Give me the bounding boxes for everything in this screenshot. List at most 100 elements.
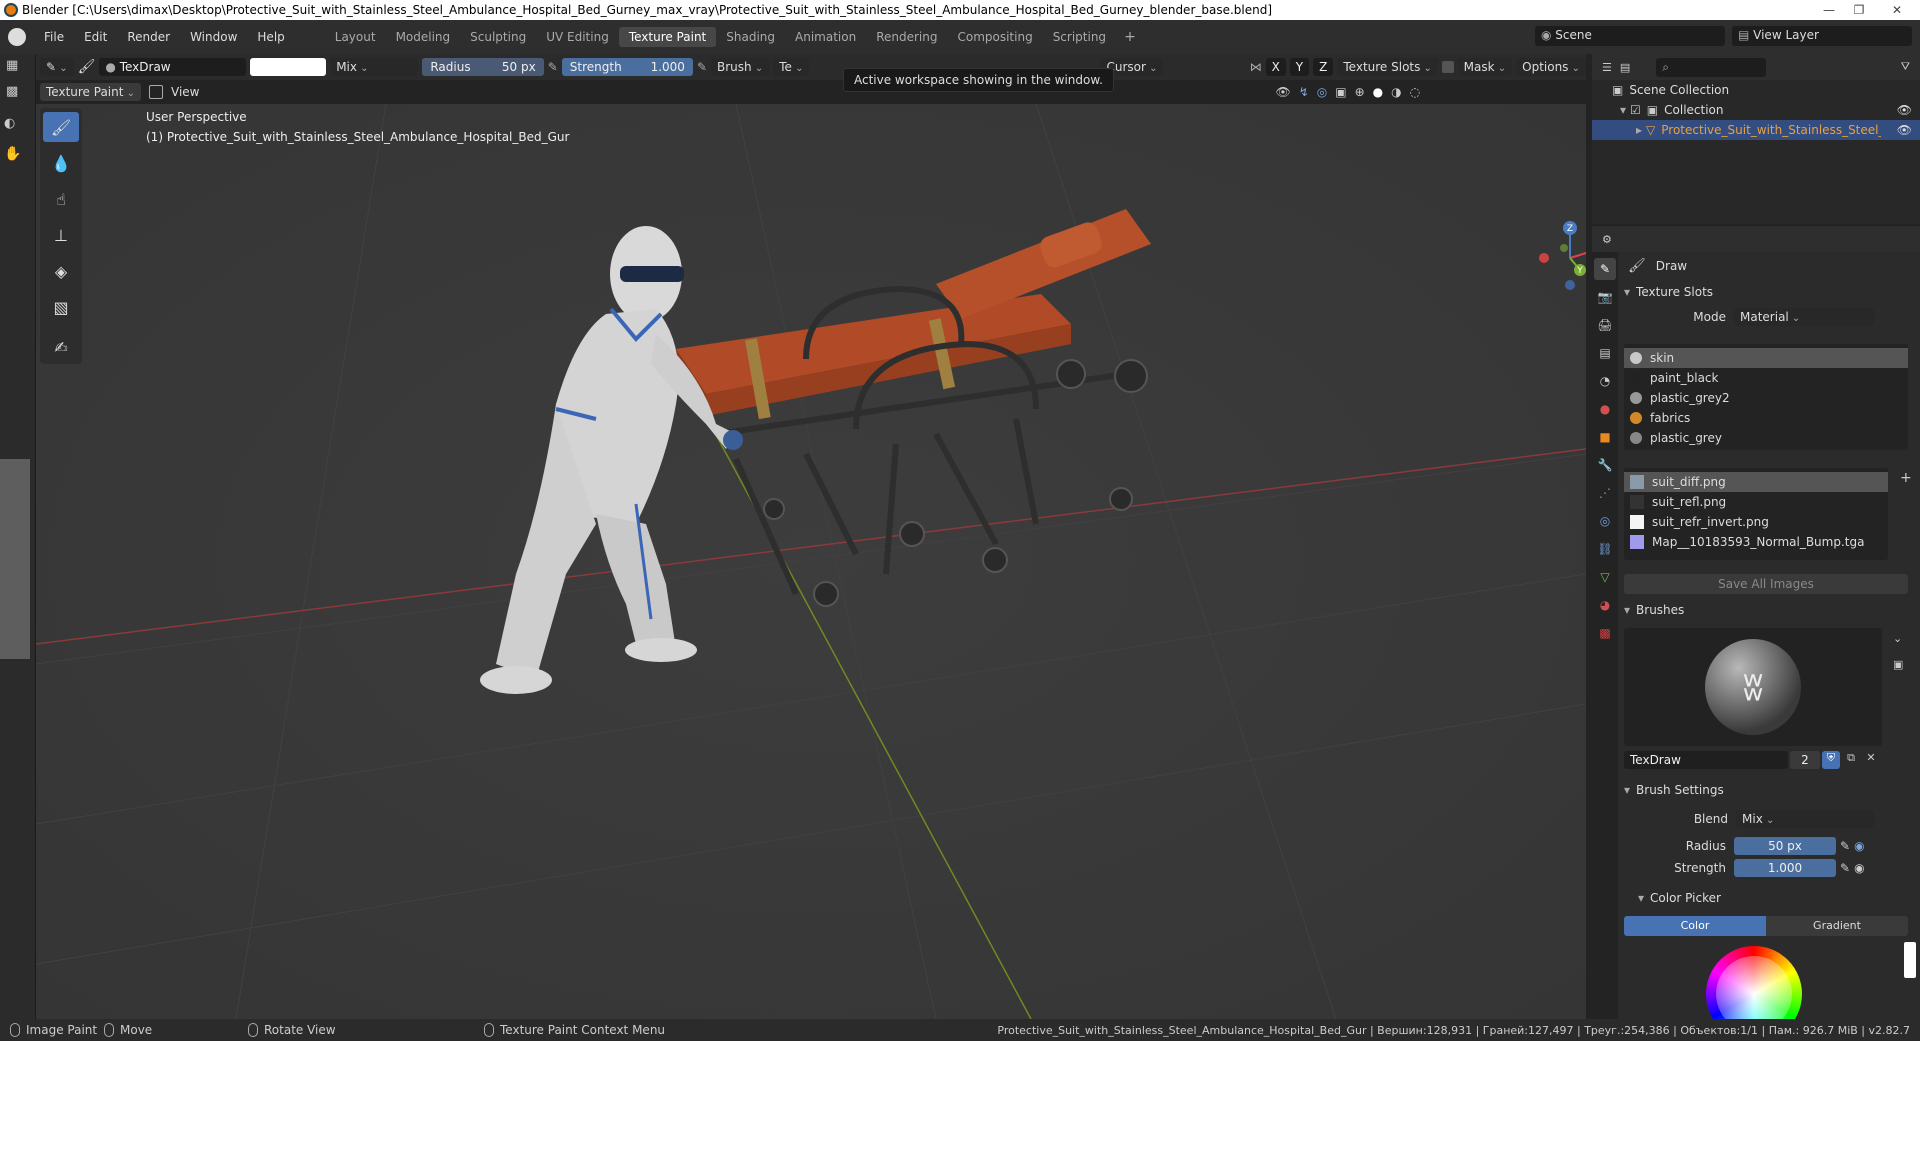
brush-settings-section[interactable]: Brush Settings xyxy=(1618,778,1918,802)
brush-name-input[interactable]: TexDraw xyxy=(1624,751,1788,769)
expand-icon[interactable]: ▾ xyxy=(1620,103,1626,117)
add-image-icon[interactable]: + xyxy=(1900,470,1912,486)
brush-dropdown[interactable]: Brush xyxy=(711,58,770,76)
menu-window[interactable]: Window xyxy=(180,30,247,44)
material-shading-icon[interactable]: ◑ xyxy=(1391,85,1401,99)
menu-edit[interactable]: Edit xyxy=(74,30,117,44)
draw-tool-icon[interactable]: 🖌 xyxy=(43,112,79,142)
radius-pressure-toggle-icon[interactable]: ✎ xyxy=(1840,839,1850,853)
tab-texture-paint[interactable]: Texture Paint xyxy=(618,27,717,47)
minimize-button[interactable]: — xyxy=(1814,0,1844,20)
axis-y-toggle[interactable]: Y xyxy=(1289,58,1310,76)
strength-field[interactable]: 1.000 xyxy=(1734,859,1836,877)
list-item[interactable]: suit_refl.png xyxy=(1624,492,1888,512)
solid-shading-icon[interactable]: ● xyxy=(1373,85,1383,99)
view-icon[interactable]: ◐ xyxy=(4,116,15,131)
list-item[interactable]: paint_black xyxy=(1624,368,1908,388)
filter-icon[interactable]: ⛛ xyxy=(1901,60,1910,74)
radius-field[interactable]: 50 px xyxy=(1734,837,1836,855)
brush-dropdown-icon[interactable]: ⌄ xyxy=(1893,632,1902,645)
color-wheel[interactable] xyxy=(1706,946,1802,1019)
blender-menu-icon[interactable] xyxy=(8,28,26,46)
maximize-button[interactable]: ❐ xyxy=(1844,0,1874,20)
tab-uv-editing[interactable]: UV Editing xyxy=(536,27,619,47)
modifier-tab-icon[interactable]: 🔧 xyxy=(1594,454,1616,476)
visibility-icon[interactable]: 👁 xyxy=(1275,85,1290,99)
blend-mode-dropdown[interactable]: Mix xyxy=(330,58,419,76)
output-tab-icon[interactable]: 🖨 xyxy=(1594,314,1616,336)
view-menu[interactable]: View xyxy=(171,85,199,99)
texture-slots-dropdown[interactable]: Texture Slots xyxy=(1337,58,1438,76)
outliner-scene-collection[interactable]: ▣ Scene Collection xyxy=(1592,80,1920,100)
unlink-brush-icon[interactable]: ✕ xyxy=(1862,751,1880,769)
navigation-gizmo[interactable]: Z X Y xyxy=(1532,220,1586,300)
properties-editor-icon[interactable]: ⚙ xyxy=(1602,233,1612,246)
display-mode-icon[interactable]: ▤ xyxy=(1620,61,1630,74)
list-item[interactable]: suit_refr_invert.png xyxy=(1624,512,1888,532)
object-tab-icon[interactable]: ■ xyxy=(1594,426,1616,448)
outliner-collection[interactable]: ▾ ☑ ▣ Collection 👁 xyxy=(1592,100,1920,120)
tab-layout[interactable]: Layout xyxy=(325,27,386,47)
view-layer-tab-icon[interactable]: ▤ xyxy=(1594,342,1616,364)
particles-tab-icon[interactable]: ⋰ xyxy=(1594,482,1616,504)
object-visibility-icon[interactable]: 👁 xyxy=(1897,123,1912,137)
physics-tab-icon[interactable]: ◎ xyxy=(1594,510,1616,532)
blend-dropdown[interactable]: Mix xyxy=(1736,810,1874,828)
view-layer-selector[interactable]: ▤ View Layer xyxy=(1732,26,1912,46)
texture-slots-section[interactable]: Texture Slots xyxy=(1618,280,1920,304)
mask-dropdown[interactable]: Mask xyxy=(1457,58,1513,76)
radius-unit-icon[interactable]: ◉ xyxy=(1854,839,1864,853)
list-item[interactable]: skin xyxy=(1624,348,1908,368)
tab-scripting[interactable]: Scripting xyxy=(1043,27,1116,47)
checkbox-icon[interactable]: ☑ xyxy=(1630,103,1641,117)
xray-icon[interactable]: ▣ xyxy=(1335,85,1346,99)
paint-mask-icon[interactable] xyxy=(149,85,163,99)
material-tab-icon[interactable]: ◕ xyxy=(1594,594,1616,616)
render-tab-icon[interactable]: 📷 xyxy=(1594,286,1616,308)
annotate-tool-icon[interactable]: ✍ xyxy=(43,332,79,362)
outliner-editor-icon[interactable]: ☰ xyxy=(1602,61,1612,74)
rendered-shading-icon[interactable]: ◌ xyxy=(1410,85,1420,99)
smear-tool-icon[interactable]: ☝ xyxy=(43,184,79,214)
tab-sculpting[interactable]: Sculpting xyxy=(460,27,536,47)
tab-modeling[interactable]: Modeling xyxy=(386,27,461,47)
add-workspace-icon[interactable]: + xyxy=(1116,29,1144,45)
fake-user-shield-icon[interactable]: ⛨ xyxy=(1822,751,1840,769)
color-picker-section[interactable]: Color Picker xyxy=(1632,886,1912,910)
editor-type-icon[interactable]: ▦ xyxy=(6,58,18,73)
radius-pressure-icon[interactable]: ✎ xyxy=(548,60,558,74)
interaction-mode-dropdown[interactable]: Texture Paint xyxy=(40,83,141,101)
brush-color-swatch[interactable] xyxy=(250,58,327,76)
mode-icon-dropdown[interactable]: ✎ xyxy=(40,58,74,76)
tab-shading[interactable]: Shading xyxy=(716,27,785,47)
texture-dropdown[interactable]: Te xyxy=(773,58,810,76)
save-all-images-button[interactable]: Save All Images xyxy=(1624,574,1908,594)
sidebar-scroll-handle[interactable] xyxy=(0,459,30,659)
scene-tab-icon[interactable]: ◔ xyxy=(1594,370,1616,392)
value-slider[interactable] xyxy=(1904,942,1916,978)
mask-tool-icon[interactable]: ▧ xyxy=(43,292,79,322)
close-button[interactable]: ✕ xyxy=(1874,0,1920,20)
radius-slider[interactable]: Radius 50 px xyxy=(422,58,544,76)
symmetry-icon[interactable]: ⋈ xyxy=(1250,60,1262,74)
axis-x-toggle[interactable]: X xyxy=(1265,58,1286,76)
soften-tool-icon[interactable]: 💧 xyxy=(43,148,79,178)
texture-tab-icon[interactable]: ▩ xyxy=(1594,622,1616,644)
overlay-icon[interactable]: ◎ xyxy=(1317,85,1327,99)
outliner-search-input[interactable]: ⌕ xyxy=(1656,57,1767,77)
tab-animation[interactable]: Animation xyxy=(785,27,866,47)
brush-preview[interactable]: ʬ xyxy=(1624,628,1882,746)
brush-image-icon[interactable]: ▣ xyxy=(1893,658,1903,671)
world-tab-icon[interactable]: ● xyxy=(1594,398,1616,420)
color-tab[interactable]: Color xyxy=(1624,916,1766,936)
menu-file[interactable]: File xyxy=(34,30,74,44)
duplicate-brush-icon[interactable]: ⧉ xyxy=(1842,751,1860,769)
strength-pressure-icon[interactable]: ✎ xyxy=(697,60,707,74)
data-tab-icon[interactable]: ▽ xyxy=(1594,566,1616,588)
strength-jitter-icon[interactable]: ◉ xyxy=(1854,861,1864,875)
expand-object-icon[interactable]: ▸ xyxy=(1636,123,1642,137)
list-item[interactable]: fabrics xyxy=(1624,408,1908,428)
brushes-section[interactable]: Brushes xyxy=(1618,598,1918,622)
menu-help[interactable]: Help xyxy=(247,30,294,44)
list-item[interactable]: suit_diff.png xyxy=(1624,472,1888,492)
